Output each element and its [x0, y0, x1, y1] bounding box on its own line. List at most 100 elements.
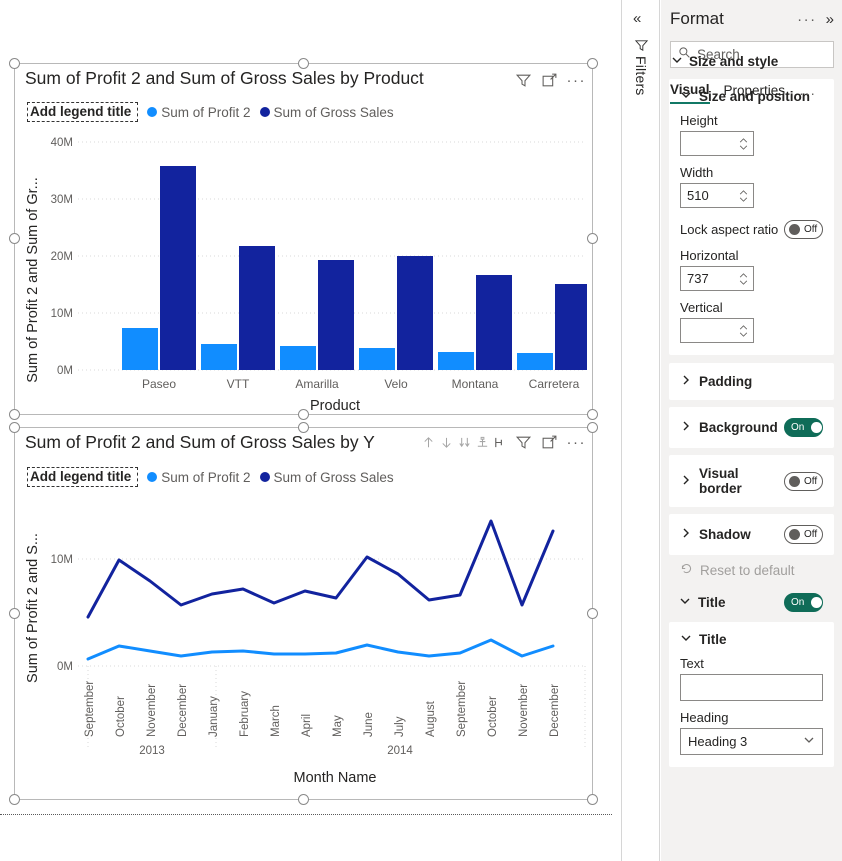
- row-lock-aspect-ratio: Lock aspect ratio Off: [680, 220, 823, 239]
- horizontal-stepper[interactable]: [739, 267, 748, 290]
- legend-label-gross-sales: Sum of Gross Sales: [273, 104, 394, 120]
- expand-all-icon[interactable]: [457, 435, 472, 450]
- toggle-visual-border[interactable]: Off: [784, 471, 823, 491]
- resize-handle-top-right[interactable]: [587, 58, 598, 69]
- horizontal-input[interactable]: 737: [680, 266, 754, 291]
- tab-visual[interactable]: Visual: [670, 82, 710, 104]
- chevron-right-icon-padding: [680, 374, 692, 389]
- svg-text:10M: 10M: [51, 308, 73, 320]
- svg-text:0M: 0M: [57, 661, 73, 673]
- drill-mode-icon[interactable]: [475, 435, 490, 450]
- filters-pane-collapsed[interactable]: « Filters: [621, 0, 660, 861]
- label-height: Height: [680, 113, 718, 128]
- tab-properties[interactable]: Properties: [724, 83, 786, 103]
- resize-handle-middle-right-2[interactable]: [587, 607, 598, 619]
- resize-handle-bottom-left[interactable]: [9, 409, 20, 420]
- more-options-icon-2[interactable]: ···: [567, 435, 587, 450]
- bar-group-montana[interactable]: [438, 275, 512, 370]
- toggle-lock-aspect-ratio[interactable]: Off: [784, 220, 823, 239]
- legend-item-profit-2[interactable]: Sum of Profit 2: [147, 470, 251, 485]
- toggle-title[interactable]: On: [784, 593, 823, 612]
- vertical-input[interactable]: [680, 318, 754, 343]
- focus-mode-icon[interactable]: [541, 72, 558, 89]
- card-padding[interactable]: Padding: [669, 363, 834, 400]
- resize-handle-bottom-left-2[interactable]: [9, 794, 20, 805]
- report-canvas[interactable]: Sum of Profit 2 and Sum of Gross Sales b…: [0, 0, 620, 861]
- height-stepper[interactable]: [739, 132, 748, 155]
- reset-to-default-label: Reset to default: [700, 562, 795, 578]
- toggle-knob-title: [811, 597, 822, 608]
- filter-icon[interactable]: [515, 72, 532, 89]
- svg-text:0M: 0M: [57, 365, 73, 377]
- tabs-more-icon[interactable]: ···: [799, 85, 816, 101]
- card-visual-border[interactable]: Visual border Off: [669, 455, 834, 507]
- svg-text:Amarilla: Amarilla: [295, 377, 339, 391]
- legend: Add legend title Sum of Profit 2 Sum of …: [27, 102, 394, 122]
- resize-handle-top-center-2[interactable]: [297, 422, 309, 433]
- visual-title-2: Sum of Profit 2 and Sum of Gross Sales b…: [25, 432, 375, 452]
- format-pane[interactable]: Format ··· » Search Visual Properties ··…: [661, 0, 842, 861]
- legend-item-profit[interactable]: Sum of Profit 2: [147, 105, 251, 120]
- group-label-size-and-style: Size and style: [689, 54, 779, 69]
- resize-handle-top-center[interactable]: [297, 58, 309, 69]
- line-chart-x-axis-title: Month Name: [293, 770, 376, 786]
- resize-handle-top-left-2[interactable]: [9, 422, 20, 433]
- drill-down-icon[interactable]: [439, 435, 454, 450]
- resize-handle-bottom-center[interactable]: [297, 409, 309, 420]
- card-shadow[interactable]: Shadow Off: [669, 514, 834, 555]
- legend-item-gross-sales[interactable]: Sum of Gross Sales: [259, 104, 394, 120]
- toggle-background[interactable]: On: [784, 418, 823, 437]
- width-stepper[interactable]: [739, 184, 748, 207]
- visual-line-chart[interactable]: Sum of Profit 2 and Sum of Gross Sales b…: [9, 422, 598, 805]
- filter-icon-2[interactable]: [515, 434, 532, 451]
- bar-group-amarilla[interactable]: [280, 260, 354, 370]
- format-pane-more-icon[interactable]: ···: [797, 12, 817, 27]
- toggle-state-visual-border: Off: [804, 475, 818, 487]
- label-horizontal: Horizontal: [680, 248, 739, 263]
- resize-handle-middle-left[interactable]: [9, 233, 20, 244]
- bar-group-paseo[interactable]: [122, 166, 196, 370]
- svg-text:Velo: Velo: [384, 377, 408, 391]
- group-title[interactable]: Title On: [669, 587, 834, 618]
- height-input[interactable]: [680, 131, 754, 156]
- chevron-down-icon-title-card: [680, 632, 692, 647]
- resize-handle-top-left[interactable]: [9, 58, 20, 69]
- card-background[interactable]: Background On: [669, 407, 834, 448]
- resize-handle-bottom-right-2[interactable]: [587, 794, 598, 805]
- format-pane-expand-icon[interactable]: »: [826, 11, 834, 28]
- filter-icon-rail[interactable]: [634, 38, 649, 58]
- line-chart-plot[interactable]: Sum of Profit 2 and S... 10M 0M Septembe…: [15, 488, 592, 799]
- card-header-title[interactable]: Title: [680, 632, 823, 647]
- legend-title-placeholder[interactable]: Add legend title: [27, 102, 139, 122]
- reset-to-default-button[interactable]: Reset to default: [680, 562, 842, 578]
- label-title-text: Text: [680, 656, 704, 671]
- width-input[interactable]: 510: [680, 183, 754, 208]
- vertical-stepper[interactable]: [739, 319, 748, 342]
- bar-group-vtt[interactable]: [201, 246, 275, 370]
- title-text-input[interactable]: [680, 674, 823, 701]
- svg-text:20M: 20M: [51, 251, 73, 263]
- more-options-icon[interactable]: ···: [567, 73, 587, 88]
- hierarchy-icon[interactable]: [493, 435, 506, 450]
- collapse-chevron-icon[interactable]: «: [633, 10, 641, 27]
- svg-text:2013: 2013: [139, 745, 165, 757]
- svg-text:March: March: [270, 705, 282, 737]
- resize-handle-middle-left-2[interactable]: [9, 607, 20, 619]
- reset-icon: [680, 562, 693, 578]
- resize-handle-top-right-2[interactable]: [587, 422, 598, 433]
- bar-chart-plot[interactable]: Sum of Profit 2 and Sum of Gr... 40M 30M…: [15, 122, 592, 414]
- focus-mode-icon-2[interactable]: [541, 434, 558, 451]
- legend-title-placeholder-2[interactable]: Add legend title: [27, 467, 139, 487]
- visual-bar-chart[interactable]: Sum of Profit 2 and Sum of Gross Sales b…: [9, 58, 598, 420]
- bar-group-carretera[interactable]: [517, 284, 587, 370]
- resize-handle-middle-right[interactable]: [587, 233, 598, 244]
- heading-dropdown[interactable]: Heading 3: [680, 728, 823, 755]
- group-size-and-style[interactable]: Size and style: [671, 54, 842, 69]
- bar-gross-sales-paseo: [160, 166, 196, 370]
- resize-handle-bottom-center-2[interactable]: [297, 794, 309, 805]
- toggle-shadow[interactable]: Off: [784, 525, 823, 544]
- drill-up-icon[interactable]: [421, 435, 436, 450]
- bar-gross-sales-velo: [397, 256, 433, 370]
- resize-handle-bottom-right[interactable]: [587, 409, 598, 420]
- legend-item-gross-sales-2[interactable]: Sum of Gross Sales: [259, 470, 394, 485]
